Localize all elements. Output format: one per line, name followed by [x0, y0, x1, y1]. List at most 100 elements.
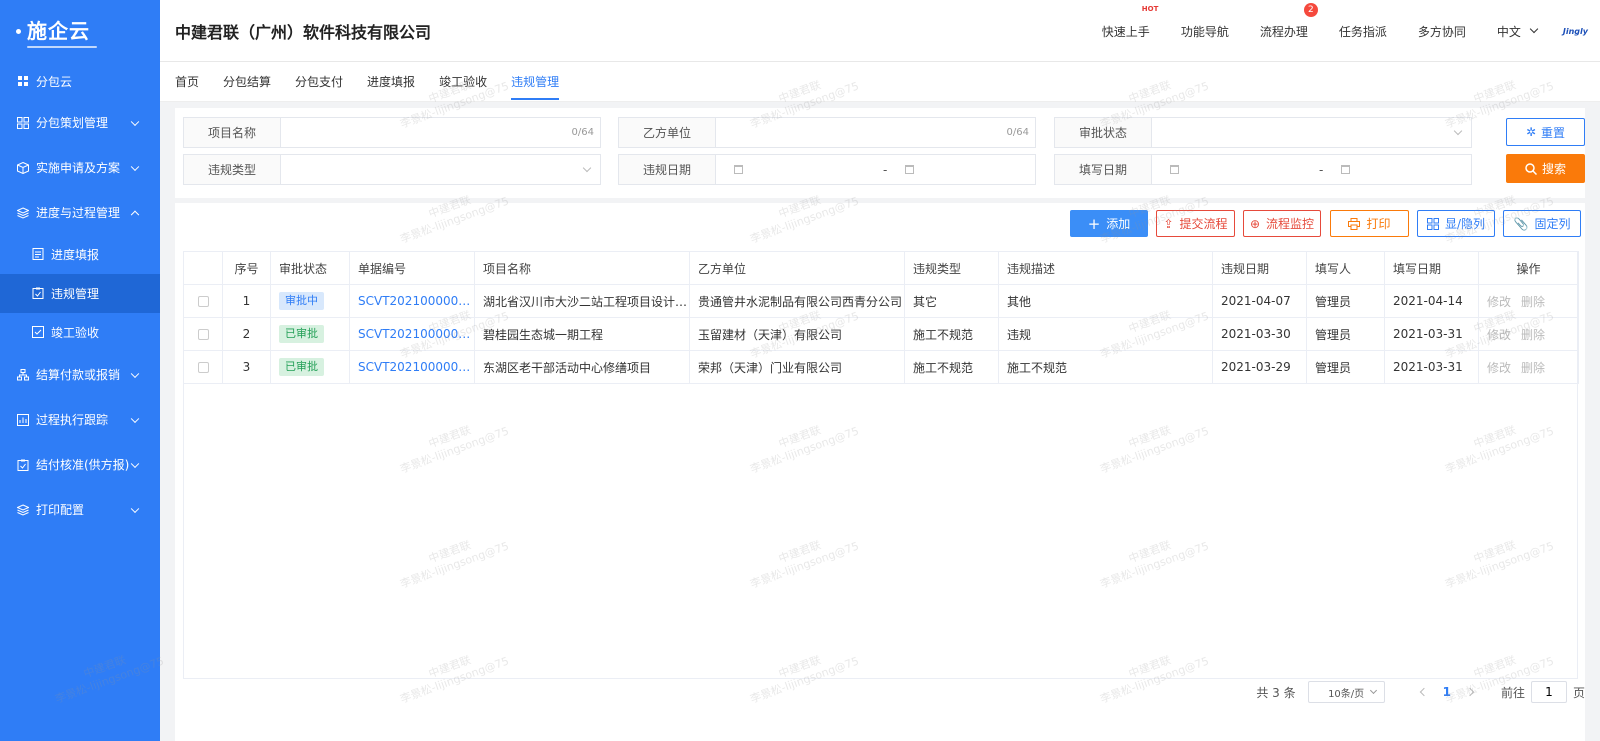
chevron-down-icon — [130, 369, 140, 378]
add-button[interactable]: + 添加 — [1070, 210, 1148, 237]
doc-code-link[interactable]: SCVT202100000013 — [349, 284, 475, 318]
col-header: 项目名称 — [474, 251, 690, 285]
col-header: 违规描述 — [998, 251, 1213, 285]
field-label: 项目名称 — [184, 118, 281, 147]
flow-link[interactable]: 流程办理 2 — [1260, 2, 1318, 40]
status-cell: 审批中 — [270, 284, 350, 318]
hot-badge: HOT — [1141, 4, 1159, 13]
project-name-cell: 东湖区老干部活动中心修缮项目 — [474, 350, 690, 384]
page-size-label: 10条/页 — [1328, 688, 1365, 700]
table-toolbar: + 添加 ⇪ 提交流程 ⊕ 流程监控 打印 显/隐列 📎 固定列 — [175, 210, 1585, 238]
violation-type-select[interactable] — [281, 155, 600, 184]
cube-icon — [16, 161, 30, 175]
flow-monitor-button[interactable]: ⊕ 流程监控 — [1243, 210, 1321, 237]
sidebar-subitem-progress-report[interactable]: 进度填报 — [0, 235, 160, 274]
approval-status-field: 审批状态 — [1054, 117, 1472, 148]
prev-page-icon[interactable] — [1419, 687, 1428, 697]
sidebar-item-label: 分包云 — [36, 74, 73, 89]
header-nav: 快速上手 HOT 功能导航 流程办理 2 任务指派 多方协同 中文 Jingly — [1102, 0, 1600, 62]
collaboration-link[interactable]: 多方协同 — [1418, 23, 1466, 40]
sidebar-subitem-label: 违规管理 — [51, 287, 100, 301]
tab-completion[interactable]: 竣工验收 — [439, 62, 487, 102]
row-checkbox[interactable] — [197, 296, 209, 307]
status-badge: 已审批 — [279, 325, 324, 343]
delete-link[interactable]: 删除 — [1521, 295, 1545, 309]
table-row: 1 审批中 SCVT202100000013 湖北省汉川市大沙二站工程项目设计采… — [183, 284, 1579, 318]
violation-desc-cell: 施工不规范 — [998, 350, 1213, 384]
doc-code-link[interactable]: SCVT202100000012 — [349, 317, 475, 351]
char-count: 0/64 — [571, 127, 594, 138]
app-logo[interactable]: 施企云 — [0, 0, 160, 62]
violation-date-range[interactable]: - — [716, 155, 1035, 184]
party-b-input[interactable]: 0/64 — [716, 118, 1035, 147]
stack-icon — [16, 503, 30, 517]
edit-link[interactable]: 修改 — [1487, 361, 1511, 375]
filler-cell: 管理员 — [1306, 284, 1385, 318]
actions-cell: 修改 删除 — [1478, 317, 1579, 351]
sidebar-item-planning[interactable]: 分包策划管理 — [0, 100, 160, 145]
select-all-cell — [183, 251, 223, 285]
fill-date-range[interactable]: - — [1152, 155, 1471, 184]
submit-label: 提交流程 — [1179, 217, 1228, 231]
sidebar-subitem-label: 竣工验收 — [51, 326, 100, 340]
filter-panel: 项目名称 0/64 乙方单位 0/64 审批状态 违规类型 违规日期 - 填写日… — [175, 108, 1585, 198]
print-label: 打印 — [1366, 217, 1391, 231]
field-label: 违规日期 — [619, 155, 716, 184]
doc-code-link[interactable]: SCVT202100000011 — [349, 350, 475, 384]
page-tabs: 首页 分包结算 分包支付 进度填报 竣工验收 违规管理 — [160, 62, 1600, 102]
delete-link[interactable]: 删除 — [1521, 361, 1545, 375]
sidebar-item-subcontract-cloud[interactable]: 分包云 — [0, 62, 160, 100]
sidebar-item-progress[interactable]: 进度与过程管理 — [0, 190, 160, 235]
org-chart-icon — [16, 368, 30, 382]
row-checkbox[interactable] — [197, 362, 209, 373]
search-button[interactable]: 搜索 — [1506, 154, 1585, 183]
project-name-input[interactable]: 0/64 — [281, 118, 600, 147]
brand-logo: Jingly — [1562, 26, 1588, 36]
row-checkbox[interactable] — [197, 329, 209, 340]
table-header-row: 序号 审批状态 单据编号 项目名称 乙方单位 违规类型 违规描述 违规日期 填写… — [183, 251, 1579, 285]
sidebar-item-implementation[interactable]: 实施申请及方案 — [0, 145, 160, 190]
fix-columns-button[interactable]: 📎 固定列 — [1503, 210, 1581, 237]
tab-progress-report[interactable]: 进度填报 — [367, 62, 415, 102]
task-assign-link[interactable]: 任务指派 — [1339, 23, 1387, 40]
print-button[interactable]: 打印 — [1330, 210, 1409, 237]
goto-page-input[interactable] — [1530, 681, 1567, 703]
sidebar-item-print-config[interactable]: 打印配置 — [0, 487, 160, 532]
tab-violation[interactable]: 违规管理 — [511, 62, 560, 102]
sidebar-subitem-label: 进度填报 — [51, 248, 100, 262]
party-b-cell: 荣邦（天津）门业有限公司 — [689, 350, 905, 384]
row-no: 1 — [222, 284, 271, 318]
sidebar-subitem-completion[interactable]: 竣工验收 — [0, 313, 160, 352]
delete-link[interactable]: 删除 — [1521, 328, 1545, 342]
violation-desc-cell: 其他 — [998, 284, 1213, 318]
sidebar-item-tracking[interactable]: 过程执行跟踪 — [0, 397, 160, 442]
violation-desc-cell: 违规 — [998, 317, 1213, 351]
tab-home[interactable]: 首页 — [175, 62, 199, 102]
status-cell: 已审批 — [270, 350, 350, 384]
company-name: 中建君联（广州）软件科技有限公司 — [175, 22, 432, 42]
reset-button[interactable]: ✲ 重置 — [1506, 118, 1585, 146]
sidebar-item-payment-approval[interactable]: 结付核准(供方报) — [0, 442, 160, 487]
violation-date-field: 违规日期 - — [618, 154, 1036, 185]
approval-status-select[interactable] — [1152, 118, 1471, 147]
edit-link[interactable]: 修改 — [1487, 328, 1511, 342]
tab-subcontract-settlement[interactable]: 分包结算 — [223, 62, 271, 102]
current-page[interactable]: 1 — [1443, 685, 1451, 699]
upload-icon: ⇪ — [1163, 216, 1174, 231]
date-separator: - — [1319, 162, 1324, 177]
toggle-columns-button[interactable]: 显/隐列 — [1417, 210, 1495, 237]
row-no: 3 — [222, 350, 271, 384]
language-select[interactable]: 中文 — [1497, 23, 1539, 40]
edit-link[interactable]: 修改 — [1487, 295, 1511, 309]
violation-table: 序号 审批状态 单据编号 项目名称 乙方单位 违规类型 违规描述 违规日期 填写… — [183, 251, 1579, 384]
sidebar-subitem-violation[interactable]: 违规管理 — [0, 274, 160, 313]
submit-flow-button[interactable]: ⇪ 提交流程 — [1156, 210, 1235, 237]
grid-icon — [16, 74, 30, 88]
page-size-select[interactable]: 10条/页 — [1307, 681, 1385, 703]
sidebar-item-settlement[interactable]: 结算付款或报销 — [0, 352, 160, 397]
function-nav-link[interactable]: 功能导航 — [1181, 23, 1229, 40]
actions-cell: 修改 删除 — [1478, 284, 1579, 318]
quick-start-link[interactable]: 快速上手 HOT — [1102, 5, 1159, 40]
tab-subcontract-payment[interactable]: 分包支付 — [295, 62, 343, 102]
next-page-icon[interactable] — [1465, 687, 1475, 697]
